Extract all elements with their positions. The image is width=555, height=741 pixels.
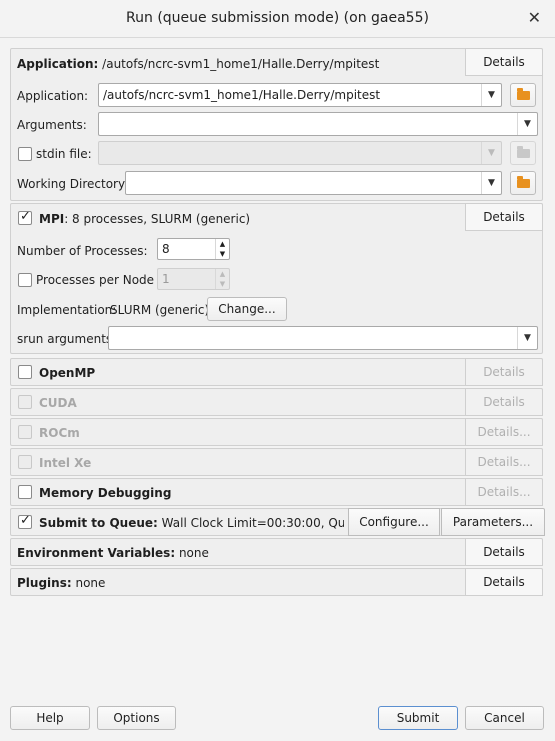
cuda-details-button[interactable]: Details [465, 388, 543, 416]
rocm-section: ROCm Details... [10, 418, 543, 446]
working-directory-browse-button[interactable] [510, 171, 536, 195]
memory-debugging-label: Memory Debugging [39, 486, 172, 500]
chevron-down-icon[interactable]: ▼ [517, 327, 537, 349]
plugins-details-button[interactable]: Details [465, 568, 543, 596]
queue-parameters-button[interactable]: Parameters... [441, 508, 545, 536]
application-details-button[interactable]: Details [465, 48, 543, 76]
implementation-label: Implementation: [17, 303, 117, 317]
cuda-section: CUDA Details [10, 388, 543, 416]
ppn-spinbox[interactable]: 1 ▲ ▼ [157, 268, 230, 290]
implementation-value: SLURM (generic) [110, 303, 210, 317]
intel-xe-details-button[interactable]: Details... [465, 448, 543, 476]
spin-arrows-icon[interactable]: ▲ ▼ [215, 269, 229, 289]
environment-variables-text: Environment Variables: none [17, 546, 209, 560]
mpi-section: MPI: 8 processes, SLURM (generic) Detail… [10, 203, 543, 354]
chevron-down-icon[interactable]: ▼ [481, 172, 501, 194]
working-directory-combo[interactable]: ▼ [125, 171, 502, 195]
num-processes-label: Number of Processes: [17, 244, 148, 258]
title-bar: Run (queue submission mode) (on gaea55) … [0, 0, 555, 38]
ppn-label: Processes per Node [36, 273, 155, 287]
chevron-down-icon[interactable]: ▼ [481, 142, 501, 164]
memory-debugging-details-button[interactable]: Details... [465, 478, 543, 506]
arguments-combo[interactable]: ▼ [98, 112, 538, 136]
srun-arguments-label: srun arguments [17, 332, 113, 346]
rocm-details-button[interactable]: Details... [465, 418, 543, 446]
close-icon[interactable]: ✕ [528, 8, 541, 27]
memory-debugging-checkbox[interactable] [18, 485, 32, 499]
openmp-details-button[interactable]: Details [465, 358, 543, 386]
spin-arrows-icon[interactable]: ▲ ▼ [215, 239, 229, 259]
submit-button[interactable]: Submit [378, 706, 458, 730]
ppn-value: 1 [162, 272, 170, 286]
folder-icon [517, 88, 530, 100]
rocm-checkbox[interactable] [18, 425, 32, 439]
chevron-down-icon[interactable]: ▼ [517, 113, 537, 135]
stdin-combo[interactable]: ▼ [98, 141, 502, 165]
openmp-label: OpenMP [39, 366, 96, 380]
queue-configure-button[interactable]: Configure... [348, 508, 440, 536]
stdin-label: stdin file: [36, 147, 92, 161]
help-button[interactable]: Help [10, 706, 90, 730]
stdin-checkbox[interactable] [18, 147, 32, 161]
chevron-down-icon[interactable]: ▼ [481, 84, 501, 106]
mpi-header-text: MPI: 8 processes, SLURM (generic) [39, 212, 251, 226]
rocm-label: ROCm [39, 426, 80, 440]
application-header: Application: /autofs/ncrc-svm1_home1/Hal… [11, 48, 543, 77]
intel-xe-label: Intel Xe [39, 456, 92, 470]
mpi-header: MPI: 8 processes, SLURM (generic) Detail… [11, 203, 543, 232]
openmp-checkbox[interactable] [18, 365, 32, 379]
memory-debugging-section: Memory Debugging Details... [10, 478, 543, 506]
openmp-section: OpenMP Details [10, 358, 543, 386]
num-processes-value: 8 [162, 242, 170, 256]
cancel-button[interactable]: Cancel [465, 706, 544, 730]
submit-queue-checkbox[interactable] [18, 513, 32, 529]
ppn-checkbox[interactable] [18, 273, 32, 287]
application-combo-value: /autofs/ncrc-svm1_home1/Halle.Derry/mpit… [103, 88, 381, 102]
environment-variables-section: Environment Variables: none Details [10, 538, 543, 566]
application-combo[interactable]: /autofs/ncrc-svm1_home1/Halle.Derry/mpit… [98, 83, 502, 107]
working-directory-label: Working Directory: [17, 177, 129, 191]
folder-icon [517, 146, 530, 158]
folder-icon [517, 176, 530, 188]
mpi-checkbox[interactable] [18, 209, 32, 225]
environment-variables-details-button[interactable]: Details [465, 538, 543, 566]
stdin-browse-button[interactable] [510, 141, 536, 165]
num-processes-spinbox[interactable]: 8 ▲ ▼ [157, 238, 230, 260]
intel-xe-section: Intel Xe Details... [10, 448, 543, 476]
window-title: Run (queue submission mode) (on gaea55) [126, 10, 429, 26]
arguments-label: Arguments: [17, 118, 87, 132]
application-section: Application: /autofs/ncrc-svm1_home1/Hal… [10, 48, 543, 201]
application-label: Application: [17, 89, 89, 103]
implementation-change-button[interactable]: Change... [207, 297, 287, 321]
cuda-checkbox[interactable] [18, 395, 32, 409]
plugins-section: Plugins: none Details [10, 568, 543, 596]
submit-queue-text: Submit to Queue: Wall Clock Limit=00:30:… [39, 516, 344, 530]
plugins-text: Plugins: none [17, 576, 106, 590]
options-button[interactable]: Options [97, 706, 176, 730]
mpi-details-button[interactable]: Details [465, 203, 543, 231]
intel-xe-checkbox[interactable] [18, 455, 32, 469]
cuda-label: CUDA [39, 396, 77, 410]
application-header-text: Application: /autofs/ncrc-svm1_home1/Hal… [17, 57, 380, 71]
submit-queue-section: Submit to Queue: Wall Clock Limit=00:30:… [10, 508, 545, 536]
application-browse-button[interactable] [510, 83, 536, 107]
srun-arguments-combo[interactable]: ▼ [108, 326, 538, 350]
